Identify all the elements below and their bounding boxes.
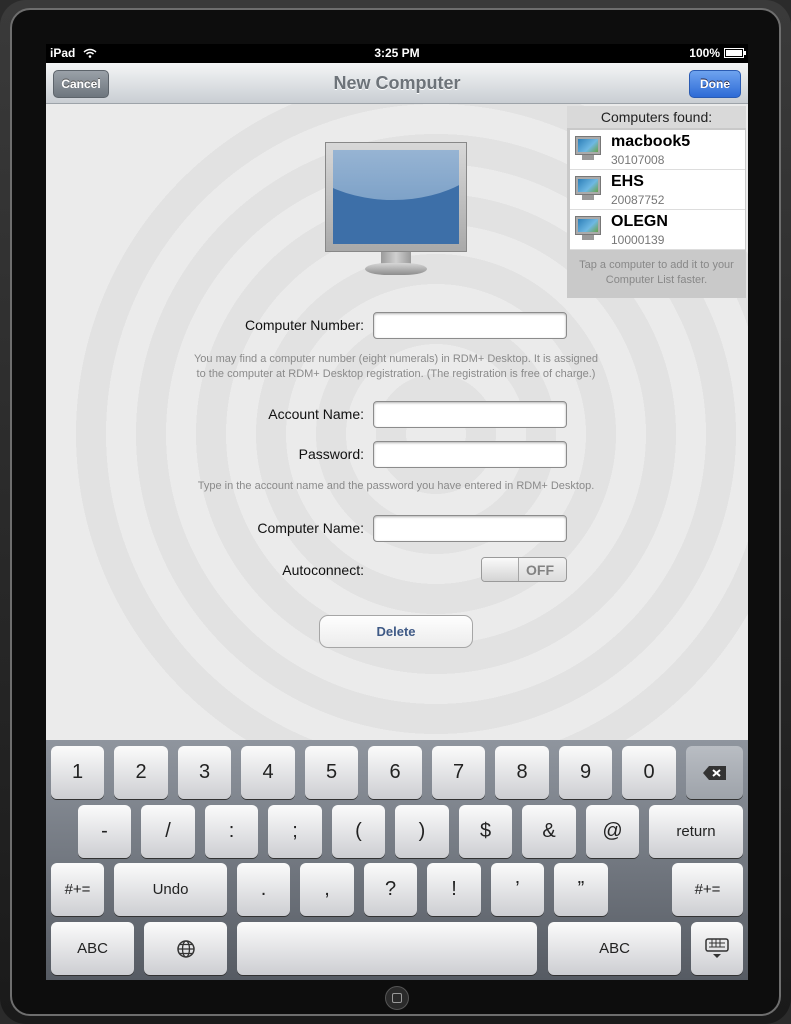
key[interactable]: @ [586,805,639,858]
computer-number: 10000139 [611,233,665,247]
key[interactable]: ” [554,863,608,916]
done-button[interactable]: Done [689,70,741,98]
home-button-icon [392,993,402,1003]
computer-number: 30107008 [611,153,665,167]
key[interactable]: 0 [622,746,676,799]
navigation-bar: Cancel New Computer Done [46,63,748,104]
key[interactable]: $ [459,805,512,858]
found-computer-item[interactable]: OLEGN 10000139 [570,210,745,250]
computer-number-label: Computer Number: [244,317,364,333]
key[interactable]: 4 [241,746,295,799]
computer-icon [573,136,603,162]
home-button[interactable] [385,986,409,1010]
delete-button[interactable]: Delete [319,615,473,648]
account-hint: Type in the account name and the passwor… [197,480,595,492]
computer-number-hint-line1: You may find a computer number (eight nu… [193,353,599,365]
key[interactable]: 6 [368,746,422,799]
computer-icon [573,176,603,202]
page-title: New Computer [333,73,461,93]
battery-icon [724,48,746,58]
key[interactable]: ! [427,863,481,916]
computer-monitor-icon [325,142,467,282]
key[interactable]: ( [332,805,385,858]
key[interactable]: & [522,805,576,858]
return-key[interactable]: return [649,805,743,858]
toggle-state: OFF [526,562,554,578]
undo-key[interactable]: Undo [114,863,227,916]
key[interactable]: , [300,863,354,916]
computers-found-header: Computers found: [567,106,746,128]
found-computer-item[interactable]: EHS 20087752 [570,170,745,210]
key[interactable]: 8 [495,746,549,799]
toggle-knob [482,558,519,581]
keyboard: 1 2 3 4 5 6 7 8 9 0 - / : ; ( ) $ & @ re… [46,740,748,980]
status-bar: iPad 3:25 PM 100% [46,44,748,63]
backspace-key[interactable] [686,746,743,799]
key[interactable]: : [205,805,258,858]
computer-name: EHS [611,173,644,190]
key[interactable]: ’ [491,863,544,916]
computers-found-panel: Computers found: macbook5 30107008 EHS 2… [567,106,746,298]
computer-number-hint-line2: to the computer at RDM+ Desktop registra… [196,368,596,380]
status-right: 100% [689,46,746,60]
account-name-field[interactable] [373,401,567,428]
key[interactable]: / [141,805,195,858]
form-content: Computers found: macbook5 30107008 EHS 2… [46,104,748,740]
status-time: 3:25 PM [374,46,420,60]
globe-key[interactable] [144,922,227,975]
dismiss-keyboard-key[interactable] [691,922,743,975]
battery-fill [726,50,742,56]
autoconnect-label: Autoconnect: [282,562,364,578]
key[interactable]: 2 [114,746,168,799]
account-name-label: Account Name: [268,406,364,422]
symbols-key-right[interactable]: #+= [672,863,743,916]
computer-name-label: Computer Name: [257,520,364,536]
globe-icon [176,939,195,958]
backspace-icon [702,765,726,780]
key[interactable]: ) [395,805,449,858]
found-computer-item[interactable]: macbook5 30107008 [570,130,745,170]
abc-key-left[interactable]: ABC [51,922,134,975]
abc-key-right[interactable]: ABC [548,922,681,975]
screen: iPad 3:25 PM 100% Cancel New Computer Do… [46,44,748,980]
key[interactable]: 1 [51,746,104,799]
key[interactable]: 9 [559,746,612,799]
keyboard-dismiss-icon [705,937,729,958]
monitor-base [365,263,427,275]
password-label: Password: [298,446,364,462]
computer-number-field[interactable] [373,312,567,339]
battery-percent: 100% [689,46,720,60]
key[interactable]: ? [364,863,417,916]
autoconnect-toggle[interactable]: OFF [481,557,567,582]
computer-name: macbook5 [611,133,691,150]
computer-name-field[interactable] [373,515,567,542]
key[interactable]: ; [268,805,322,858]
password-field[interactable] [373,441,567,468]
space-key[interactable] [237,922,537,975]
key[interactable]: . [237,863,290,916]
key[interactable]: - [78,805,131,858]
symbols-key-left[interactable]: #+= [51,863,104,916]
computer-name: OLEGN [611,213,668,230]
key[interactable]: 3 [178,746,231,799]
computer-icon [573,216,603,242]
monitor-screen [333,150,459,244]
key[interactable]: 5 [305,746,358,799]
key[interactable]: 7 [432,746,485,799]
computers-found-hint: Tap a computer to add it to your Compute… [579,259,734,286]
computer-number: 20087752 [611,193,665,207]
monitor-bezel [325,142,467,252]
